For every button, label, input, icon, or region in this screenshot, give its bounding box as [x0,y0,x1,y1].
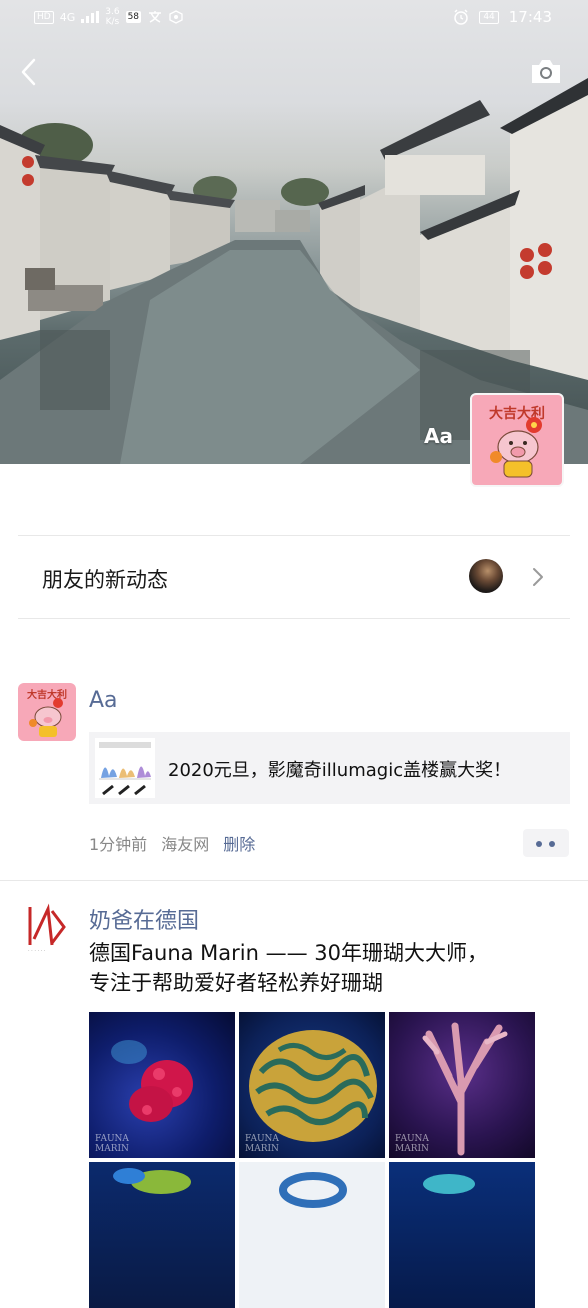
pig-illustration [490,417,542,478]
profile-avatar[interactable]: 大吉大利 [470,393,564,487]
app-notification-badge: 58 [125,11,142,23]
coral-photo[interactable] [389,1162,535,1308]
svg-text:· · · · · ·: · · · · · · [28,948,46,954]
delete-link[interactable]: 删除 [223,831,255,855]
more-options-button[interactable] [523,829,569,857]
post-source: 海友网 [161,835,210,854]
green-coral-image [113,1168,191,1194]
back-button[interactable] [14,54,46,90]
coral-photo[interactable]: FAUNA MARIN [89,1012,235,1158]
pig-illustration [29,698,63,737]
post-author-avatar[interactable]: · · · · · · [18,897,76,955]
signal-icon [81,11,100,23]
network-indicator: 4G [59,10,76,24]
chevron-right-icon [533,568,543,586]
translate-icon [149,11,162,23]
post-time: 1分钟前 [89,835,148,854]
post-author-name[interactable]: Aa [89,688,118,713]
hd-indicator: HD [34,10,54,24]
shared-article-card[interactable]: 2020元旦，影魔奇illumagic盖楼赢大奖！ [89,732,570,804]
brand-logo-icon: · · · · · · [28,903,66,954]
coral-photo[interactable]: FAUNA MARIN [389,1012,535,1158]
network-speed: 3.6 K/s [105,7,120,27]
cover-owner-name: Aa [424,424,453,448]
more-icon [536,841,542,847]
coral-photo[interactable] [239,1162,385,1308]
status-bar: HD 4G 3.6 K/s 58 44 17:43 [0,0,588,36]
more-icon [549,841,555,847]
photo-watermark: FAUNA MARIN [245,1134,279,1154]
teal-coral-image [423,1174,475,1194]
post-text: 德国Fauna Marin —— 30年珊瑚大大师， 专注于帮助爱好者轻松养好珊… [89,941,489,995]
friends-updates-label: 朋友的新动态 [42,568,168,592]
blue-coral-image [279,1172,347,1208]
friends-updates-row[interactable]: 朋友的新动态 [18,535,570,619]
camera-button[interactable] [528,56,564,88]
shield-notification-icon [169,10,183,24]
post-author-avatar[interactable]: 大吉大利 [18,683,76,741]
article-thumbnail [95,738,155,798]
post-author-name[interactable]: 奶爸在德国 [89,903,199,935]
back-icon [21,58,36,86]
coral-photo[interactable]: FAUNA MARIN [239,1012,385,1158]
spectrum-chart-thumbnail [99,742,151,796]
coral-photo[interactable] [89,1162,235,1308]
alarm-icon [454,9,469,25]
post-meta: 1分钟前 海友网 删除 [89,831,255,855]
clock: 17:43 [508,8,552,26]
camera-icon [532,60,560,83]
photo-watermark: FAUNA MARIN [395,1134,429,1154]
post-divider [0,880,588,881]
photo-watermark: FAUNA MARIN [95,1134,129,1154]
battery-indicator: 44 [479,10,499,24]
friend-avatar [469,559,503,593]
article-title: 2020元旦，影魔奇illumagic盖楼赢大奖！ [168,760,512,781]
